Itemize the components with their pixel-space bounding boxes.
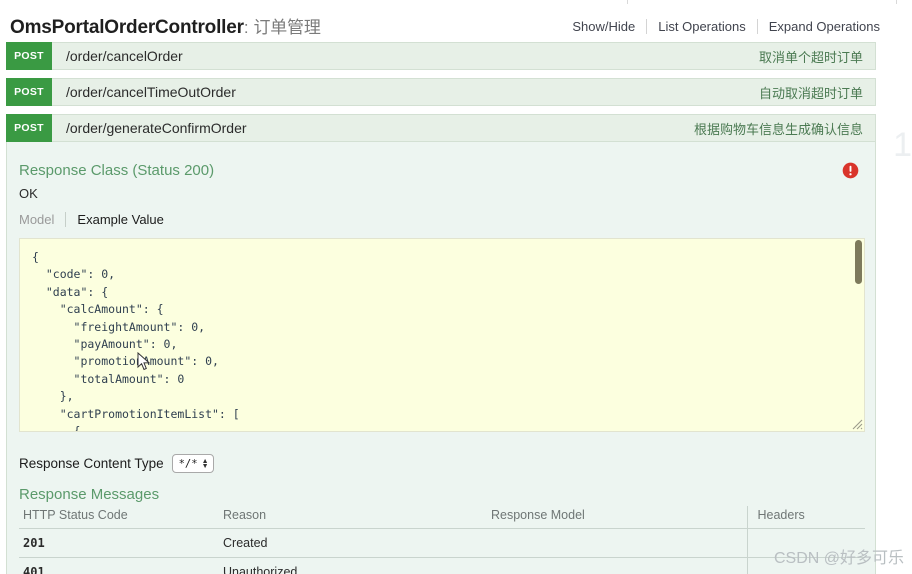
table-row: 401 Unauthorized bbox=[19, 557, 865, 574]
table-header-row: HTTP Status Code Reason Response Model H… bbox=[19, 506, 865, 529]
controller-name: OmsPortalOrderController bbox=[10, 17, 244, 38]
response-status-text: OK bbox=[19, 186, 38, 201]
chevron-updown-icon: ▲ ▼ bbox=[201, 457, 209, 470]
operation-path[interactable]: /order/cancelOrder bbox=[52, 43, 759, 69]
http-method-badge: POST bbox=[6, 42, 52, 70]
response-content-type-value: */* bbox=[178, 457, 198, 470]
http-method-badge: POST bbox=[6, 114, 52, 142]
top-window-tab-artifact bbox=[627, 0, 897, 4]
example-value-json: { "code": 0, "data": { "calcAmount": { "… bbox=[32, 250, 240, 432]
operation-row-generate-confirm-order[interactable]: POST /order/generateConfirmOrder 根据购物车信息… bbox=[6, 114, 876, 142]
response-messages-table: HTTP Status Code Reason Response Model H… bbox=[19, 506, 865, 574]
error-circle-icon[interactable] bbox=[842, 162, 859, 179]
status-code-cell: 401 bbox=[19, 557, 219, 574]
operation-summary: 自动取消超时订单 bbox=[758, 85, 863, 101]
example-value-code-block[interactable]: { "code": 0, "data": { "calcAmount": { "… bbox=[19, 238, 865, 432]
operation-summary: 取消单个超时订单 bbox=[758, 49, 863, 65]
reason-cell: Unauthorized bbox=[219, 557, 487, 574]
reason-cell: Created bbox=[219, 528, 487, 558]
response-content-type-label: Response Content Type bbox=[19, 456, 164, 471]
response-content-type-select[interactable]: */* ▲ ▼ bbox=[171, 454, 214, 473]
response-model-cell bbox=[487, 528, 747, 558]
column-headers: Headers bbox=[746, 506, 865, 529]
resize-handle-icon[interactable] bbox=[849, 416, 863, 430]
tab-model[interactable]: Model bbox=[19, 212, 65, 227]
edge-digit: 1 bbox=[893, 126, 912, 164]
operation-path[interactable]: /order/cancelTimeOutOrder bbox=[52, 79, 759, 105]
csdn-watermark: CSDN @好多可乐 bbox=[773, 550, 904, 567]
title-separator: : bbox=[243, 18, 249, 37]
operation-detail-panel: Response Class (Status 200) OK Model Exa… bbox=[6, 142, 876, 574]
table-row: 201 Created bbox=[19, 528, 865, 558]
operation-row-cancel-timeout-order[interactable]: POST /order/cancelTimeOutOrder 自动取消超时订单 bbox=[6, 78, 876, 106]
page-title: OmsPortalOrderController: 订单管理 bbox=[10, 13, 321, 39]
status-code-cell: 201 bbox=[19, 528, 219, 558]
operation-path[interactable]: /order/generateConfirmOrder bbox=[52, 115, 694, 141]
response-content-type-row: Response Content Type */* ▲ ▼ bbox=[19, 454, 214, 473]
show-hide-link[interactable]: Show/Hide bbox=[561, 18, 648, 34]
resource-options: Show/Hide List Operations Expand Operati… bbox=[561, 18, 882, 34]
response-class-heading: Response Class (Status 200) bbox=[19, 162, 215, 179]
response-messages-heading: Response Messages bbox=[19, 486, 160, 503]
list-operations-link[interactable]: List Operations bbox=[647, 18, 758, 34]
controller-chinese-name: 订单管理 bbox=[253, 18, 321, 37]
column-reason: Reason bbox=[219, 506, 487, 529]
code-scrollbar-thumb[interactable] bbox=[855, 240, 862, 284]
model-example-tabs: Model Example Value bbox=[19, 212, 175, 227]
column-response-model: Response Model bbox=[487, 506, 747, 529]
http-method-badge: POST bbox=[6, 78, 52, 106]
resource-header: OmsPortalOrderController: 订单管理 Show/Hide… bbox=[0, 8, 892, 44]
operation-row-cancel-order[interactable]: POST /order/cancelOrder 取消单个超时订单 bbox=[6, 42, 876, 70]
expand-operations-link[interactable]: Expand Operations bbox=[758, 19, 882, 34]
column-http-status-code: HTTP Status Code bbox=[19, 506, 219, 529]
code-scrollbar[interactable] bbox=[854, 240, 863, 431]
response-model-cell bbox=[487, 557, 747, 574]
swagger-ui-page: 1 OmsPortalOrderController: 订单管理 Show/Hi… bbox=[0, 0, 912, 574]
tab-example-value[interactable]: Example Value bbox=[65, 212, 174, 227]
operation-summary: 根据购物车信息生成确认信息 bbox=[693, 121, 863, 137]
